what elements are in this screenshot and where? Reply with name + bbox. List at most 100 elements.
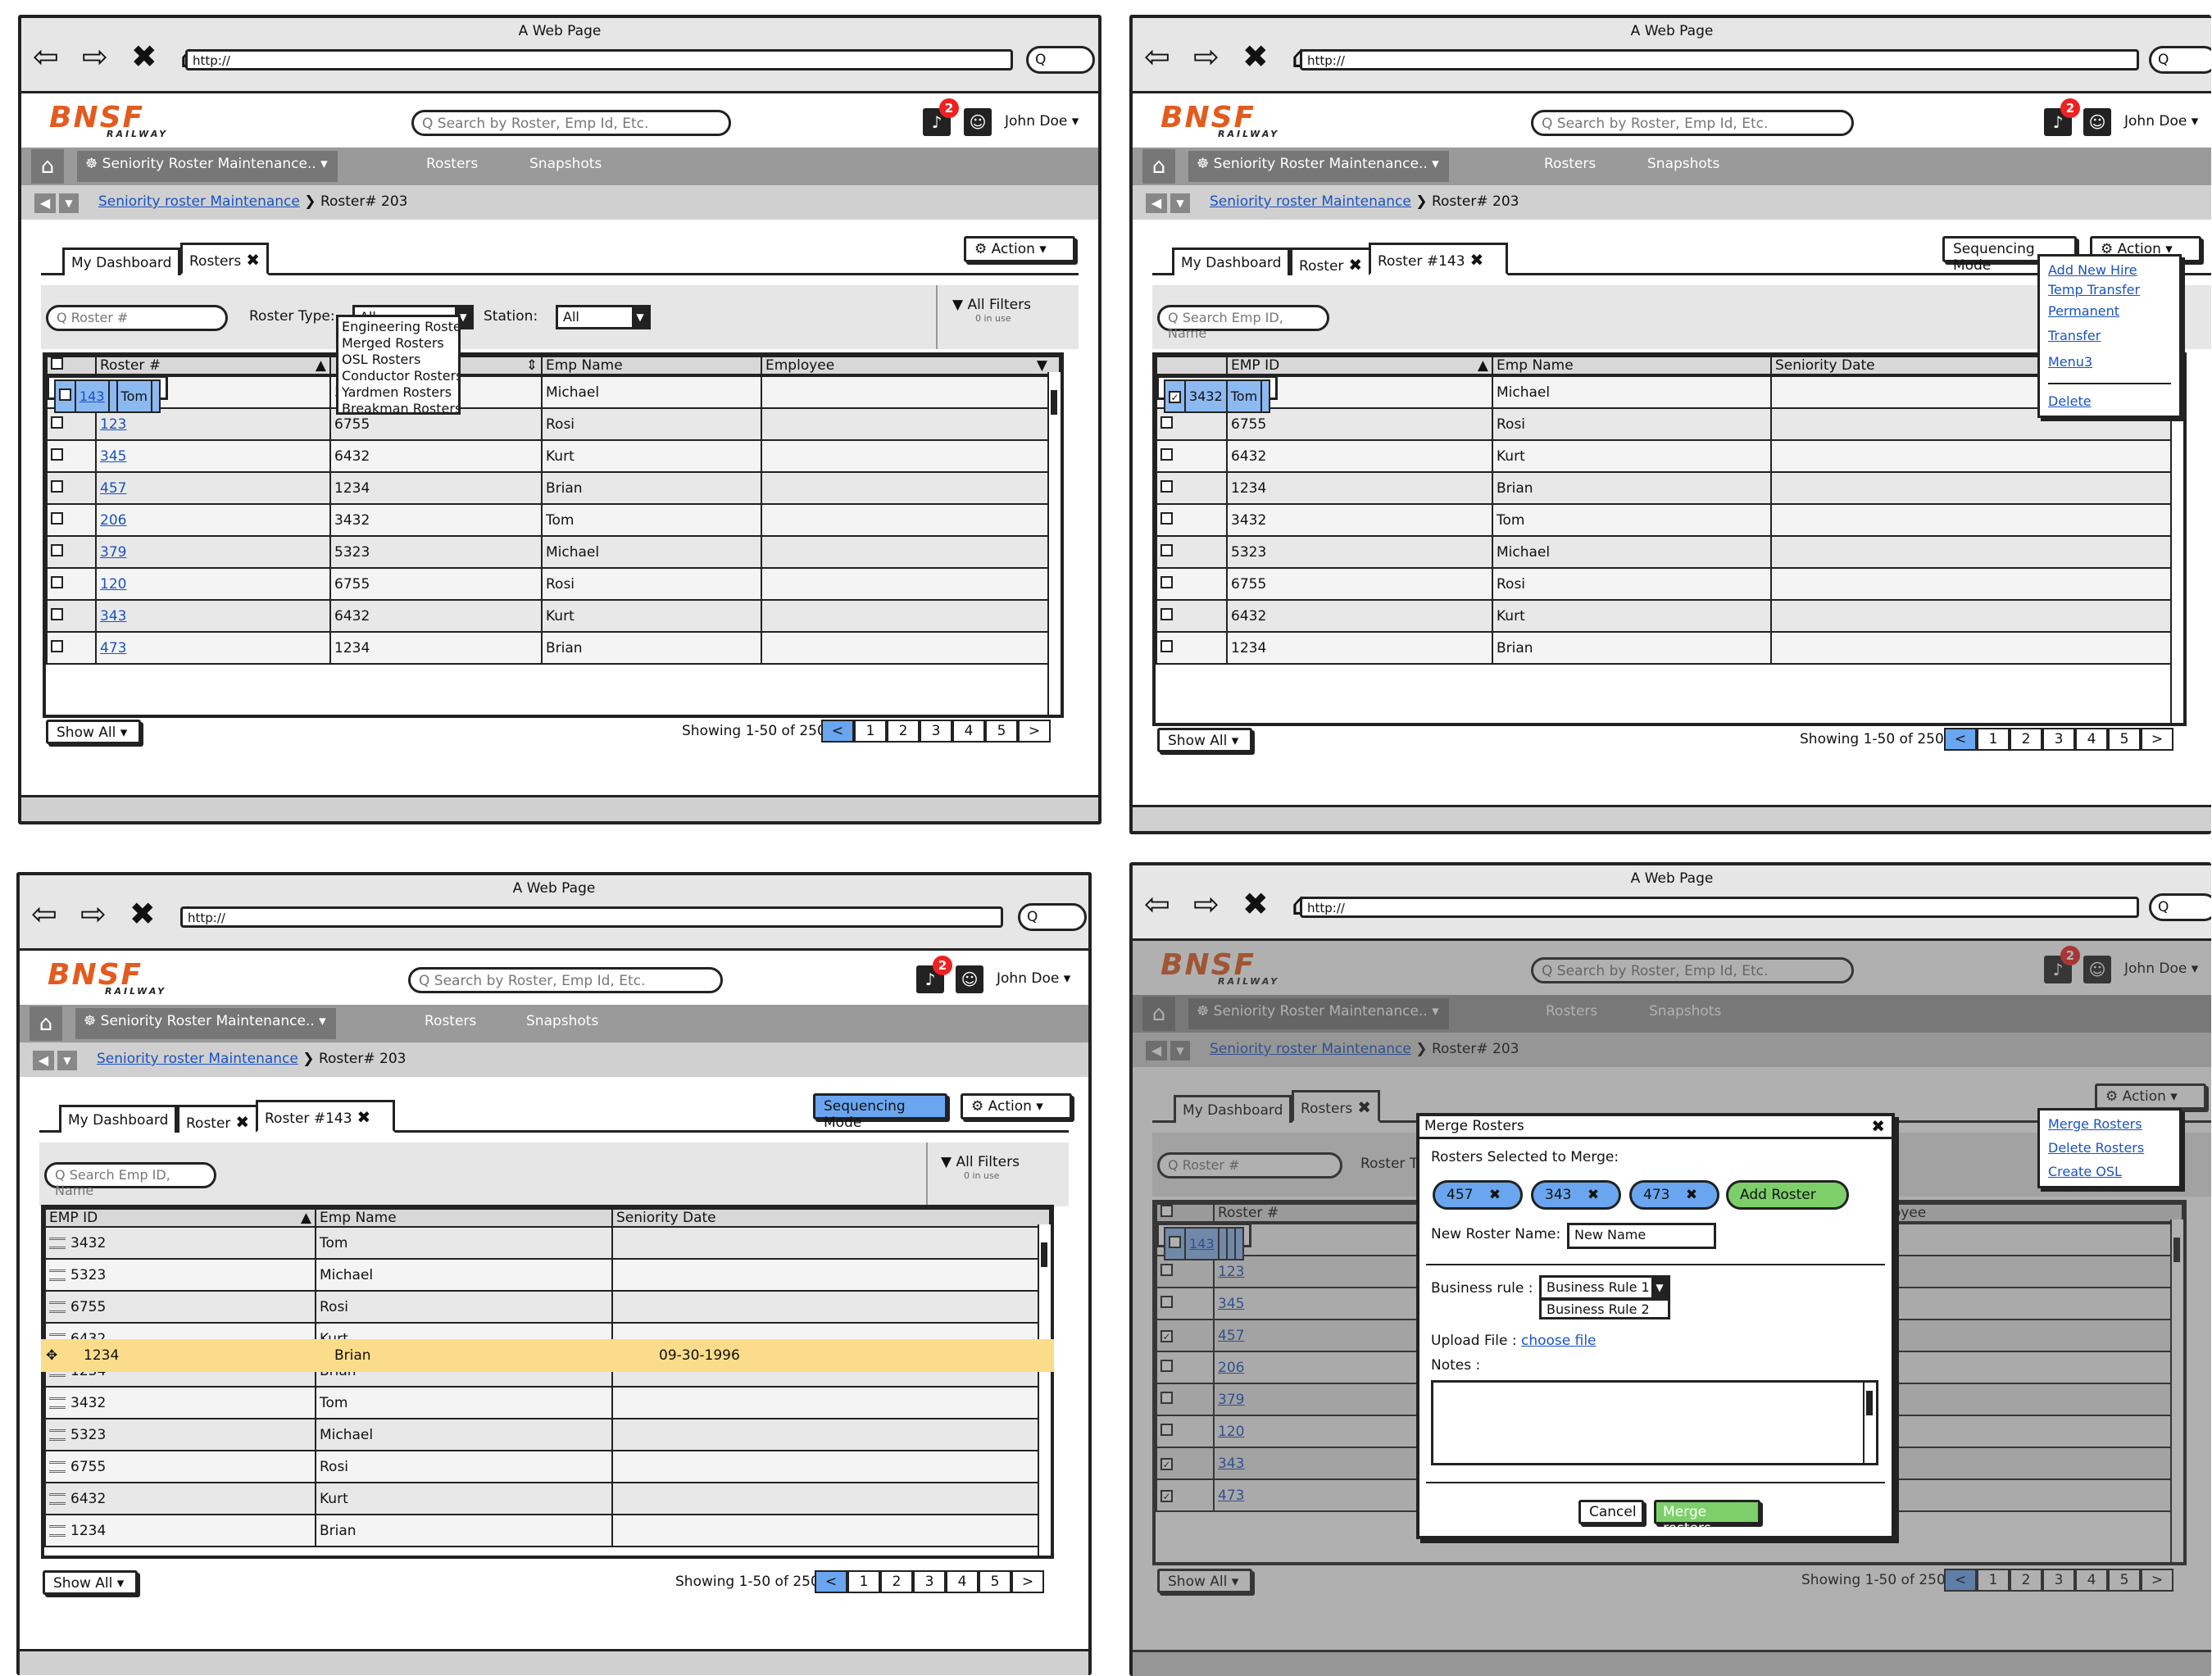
user-avatar-icon[interactable]: ☺ bbox=[964, 108, 992, 136]
pager-next[interactable]: > bbox=[1011, 1570, 1044, 1593]
table-row[interactable]: 206 3432 Tom bbox=[46, 503, 1061, 537]
row-checkbox[interactable] bbox=[51, 639, 63, 652]
table-row[interactable]: 1234 Brian bbox=[44, 1514, 1051, 1547]
show-all-select[interactable]: Show All ▾ bbox=[1157, 728, 1252, 752]
pager-page[interactable]: 1 bbox=[854, 720, 887, 743]
back-icon[interactable]: ◀ bbox=[1146, 193, 1167, 213]
roster-link[interactable]: 123 bbox=[100, 416, 126, 433]
pager-page[interactable]: 5 bbox=[985, 720, 1018, 743]
pager-page[interactable]: 1 bbox=[847, 1570, 880, 1593]
table-row[interactable]: 6432Kurt bbox=[1156, 599, 2183, 633]
table-row[interactable]: 457 1234 Brian bbox=[46, 471, 1061, 505]
browser-search-icon[interactable]: Q bbox=[1026, 46, 1095, 74]
pager-page[interactable]: 3 bbox=[913, 1570, 946, 1593]
menu-delete-rosters[interactable]: Delete Rosters bbox=[2048, 1135, 2171, 1161]
pager-page[interactable]: 2 bbox=[2010, 728, 2042, 751]
menu-add-new-hire[interactable]: Add New Hire bbox=[2048, 260, 2171, 281]
tab-roster[interactable]: Roster ✖ bbox=[177, 1105, 259, 1133]
row-checkbox[interactable]: ✓ bbox=[1169, 391, 1181, 403]
pager-next[interactable]: > bbox=[2141, 728, 2173, 751]
table-row[interactable]: 143 Tom bbox=[47, 375, 168, 413]
history-dropdown-icon[interactable]: ▼ bbox=[59, 193, 79, 213]
roster-type-option[interactable]: OSL Rosters bbox=[342, 352, 455, 368]
table-row[interactable]: 5323Michael bbox=[1156, 375, 2183, 409]
close-icon[interactable]: ✖ bbox=[1348, 255, 1362, 275]
table-row[interactable]: 5323Michael bbox=[1156, 535, 2183, 569]
col-employee[interactable]: Employee ▼ bbox=[761, 356, 1061, 375]
row-checkbox[interactable] bbox=[51, 511, 63, 525]
menu-temp-transfer[interactable]: Temp Transfer bbox=[2048, 281, 2171, 299]
col-emp-name[interactable]: Emp Name bbox=[1492, 356, 1772, 375]
table-row[interactable]: 343 6432 Kurt bbox=[46, 599, 1061, 633]
row-checkbox[interactable] bbox=[51, 607, 63, 620]
col-seniority-date[interactable]: Seniority Date bbox=[611, 1208, 1051, 1228]
nav-snapshots[interactable]: Snapshots bbox=[1647, 156, 1719, 172]
cancel-button[interactable]: Cancel bbox=[1578, 1500, 1644, 1524]
tab-my-dashboard[interactable]: My Dashboard bbox=[62, 248, 181, 275]
table-row[interactable]: 6432Kurt bbox=[44, 1482, 1051, 1515]
user-menu[interactable]: John Doe ▾ bbox=[2124, 113, 2198, 129]
breadcrumb-link[interactable]: Seniority roster Maintenance bbox=[98, 193, 300, 210]
row-checkbox[interactable] bbox=[1161, 607, 1173, 620]
roster-link[interactable]: 343 bbox=[100, 608, 126, 625]
pager-page[interactable]: 2 bbox=[880, 1570, 913, 1593]
browser-search-icon[interactable]: Q bbox=[2149, 46, 2211, 74]
col-emp-id[interactable]: EMP ID ▲ bbox=[44, 1208, 316, 1228]
roster-type-option[interactable]: Yardmen Rosters bbox=[342, 384, 455, 401]
drag-handle-icon[interactable] bbox=[49, 1492, 66, 1505]
grid-scrollbar[interactable] bbox=[2170, 372, 2183, 723]
row-checkbox[interactable] bbox=[1161, 479, 1173, 493]
emp-search-input[interactable]: Q Search Emp ID, Name bbox=[1157, 305, 1329, 341]
table-row[interactable]: ✓ 3432 Tom bbox=[1156, 375, 1279, 413]
chip-343[interactable]: 343 ✖ bbox=[1531, 1180, 1621, 1210]
show-all-select[interactable]: Show All ▾ bbox=[43, 1570, 138, 1595]
pager-page[interactable]: 1 bbox=[1977, 728, 2010, 751]
tab-roster-143[interactable]: Roster #143 ✖ bbox=[1369, 243, 1508, 275]
user-avatar-icon[interactable]: ☺ bbox=[2083, 108, 2111, 136]
row-checkbox[interactable] bbox=[51, 416, 63, 429]
table-row[interactable]: 379 5323 Michael bbox=[46, 535, 1061, 569]
roster-type-option[interactable]: Breakman Rosters bbox=[342, 401, 458, 412]
global-search-input[interactable]: Q Search by Roster, Emp Id, Etc. bbox=[1531, 110, 1854, 136]
table-row[interactable]: 6432Kurt bbox=[1156, 439, 2183, 473]
home-icon[interactable]: ⌂ bbox=[1142, 149, 1175, 184]
history-dropdown-icon[interactable]: ▼ bbox=[1170, 193, 1190, 213]
all-filters-button[interactable]: ▼ All Filters 0 in use bbox=[952, 297, 1031, 324]
action-button[interactable]: ⚙ Action ▾ bbox=[961, 1093, 1072, 1120]
pager-page[interactable]: 3 bbox=[2042, 728, 2075, 751]
drag-handle-icon[interactable] bbox=[49, 1237, 66, 1249]
roster-search-input[interactable]: Q Roster # bbox=[46, 305, 228, 331]
drag-handle-icon[interactable]: ✥ bbox=[46, 1339, 57, 1372]
dialog-close-icon[interactable]: ✖ bbox=[1871, 1116, 1885, 1136]
pager-page[interactable]: 3 bbox=[920, 720, 952, 743]
breadcrumb-link[interactable]: Seniority roster Maintenance bbox=[1210, 193, 1411, 210]
action-button[interactable]: ⚙ Action ▾ bbox=[964, 236, 1075, 262]
table-row[interactable]: 5323Michael bbox=[44, 1258, 1051, 1292]
breadcrumb-link[interactable]: Seniority roster Maintenance bbox=[97, 1051, 298, 1067]
pager-page[interactable]: 4 bbox=[952, 720, 985, 743]
close-icon[interactable]: ✖ bbox=[246, 250, 260, 270]
roster-link[interactable]: 473 bbox=[100, 640, 126, 656]
business-rule-option-2[interactable]: Business Rule 2 bbox=[1539, 1298, 1670, 1319]
merge-rosters-button[interactable]: Merge rosters bbox=[1654, 1500, 1760, 1537]
tab-roster[interactable]: Roster ✖ bbox=[1290, 248, 1372, 275]
home-icon[interactable]: ⌂ bbox=[31, 149, 64, 184]
notification-bell-icon[interactable]: ♪ 2 bbox=[923, 98, 959, 136]
nav-rosters[interactable]: Rosters bbox=[426, 156, 478, 172]
nav-snapshots[interactable]: Snapshots bbox=[529, 156, 602, 172]
pager-prev[interactable]: < bbox=[821, 720, 854, 743]
sequencing-mode-button[interactable]: Sequencing Mode bbox=[813, 1093, 947, 1131]
pager-next[interactable]: > bbox=[1018, 720, 1051, 743]
roster-link[interactable]: 143 bbox=[79, 388, 105, 404]
row-checkbox[interactable] bbox=[1161, 416, 1173, 429]
new-roster-name-input[interactable]: New Name bbox=[1567, 1223, 1716, 1249]
browser-search-icon[interactable]: Q bbox=[2149, 893, 2211, 921]
back-icon[interactable]: ◀ bbox=[33, 1051, 54, 1070]
row-checkbox[interactable] bbox=[1161, 639, 1173, 652]
table-row[interactable]: 6755 Rosi bbox=[44, 1450, 1051, 1483]
dragged-row[interactable]: ✥ 1234 Brian 09-30-1996 bbox=[41, 1339, 1054, 1372]
notes-textarea[interactable] bbox=[1431, 1380, 1878, 1465]
url-bar[interactable]: http:// bbox=[180, 906, 1003, 928]
tab-rosters[interactable]: Rosters ✖ bbox=[180, 243, 270, 275]
row-checkbox[interactable] bbox=[1161, 511, 1173, 525]
